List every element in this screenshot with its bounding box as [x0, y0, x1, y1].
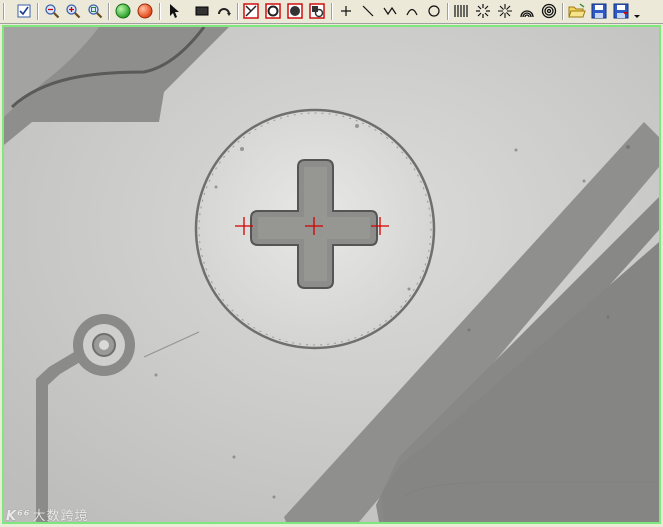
- rectangle-icon[interactable]: [193, 2, 211, 20]
- pointer-icon[interactable]: [165, 2, 183, 20]
- zoom-in-icon[interactable]: [64, 2, 82, 20]
- toolbar-separator: [562, 3, 564, 20]
- toolbar-dropdown-icon[interactable]: [632, 2, 642, 20]
- toolbar-separator: [237, 3, 239, 20]
- zoom-fit-icon[interactable]: [86, 2, 104, 20]
- roi-fill-icon[interactable]: [286, 2, 304, 20]
- roi-circle-icon[interactable]: [264, 2, 282, 20]
- open-folder-icon[interactable]: [568, 2, 586, 20]
- concentric-rings-icon[interactable]: [540, 2, 558, 20]
- line-icon[interactable]: [359, 2, 377, 20]
- green-status-icon[interactable]: [114, 2, 132, 20]
- radial-lines-icon[interactable]: [474, 2, 492, 20]
- toolbar-separator: [447, 3, 449, 20]
- edge-lines-icon[interactable]: [452, 2, 470, 20]
- circle-icon[interactable]: [425, 2, 443, 20]
- toolbar-separator: [37, 3, 39, 20]
- roi-rect-icon[interactable]: [242, 2, 260, 20]
- red-status-icon[interactable]: [136, 2, 154, 20]
- roi-mask-icon[interactable]: [308, 2, 326, 20]
- cross-point-icon[interactable]: [337, 2, 355, 20]
- arc-rings-icon[interactable]: [518, 2, 536, 20]
- watermark-logo: K⁶⁶: [6, 509, 31, 524]
- toolbar-separator: [331, 3, 333, 20]
- radial-star-icon[interactable]: [496, 2, 514, 20]
- zoom-out-icon[interactable]: [43, 2, 61, 20]
- toolbar-separator: [108, 3, 110, 20]
- pcb-image: [4, 27, 659, 522]
- watermark: K⁶⁶ 大数跨境: [6, 505, 88, 524]
- arc-icon[interactable]: [403, 2, 421, 20]
- toolbar-separator: [159, 3, 161, 20]
- save-icon[interactable]: [590, 2, 608, 20]
- save-as-icon[interactable]: [612, 2, 630, 20]
- toolbar: [0, 0, 663, 24]
- polyline-icon[interactable]: [381, 2, 399, 20]
- toolbar-grip: [3, 3, 5, 20]
- via-center: [99, 340, 109, 350]
- watermark-text: 大数跨境: [32, 509, 89, 524]
- rotate-icon[interactable]: [215, 2, 233, 20]
- checklist-icon[interactable]: [15, 2, 33, 20]
- camera-image-view[interactable]: [2, 25, 661, 524]
